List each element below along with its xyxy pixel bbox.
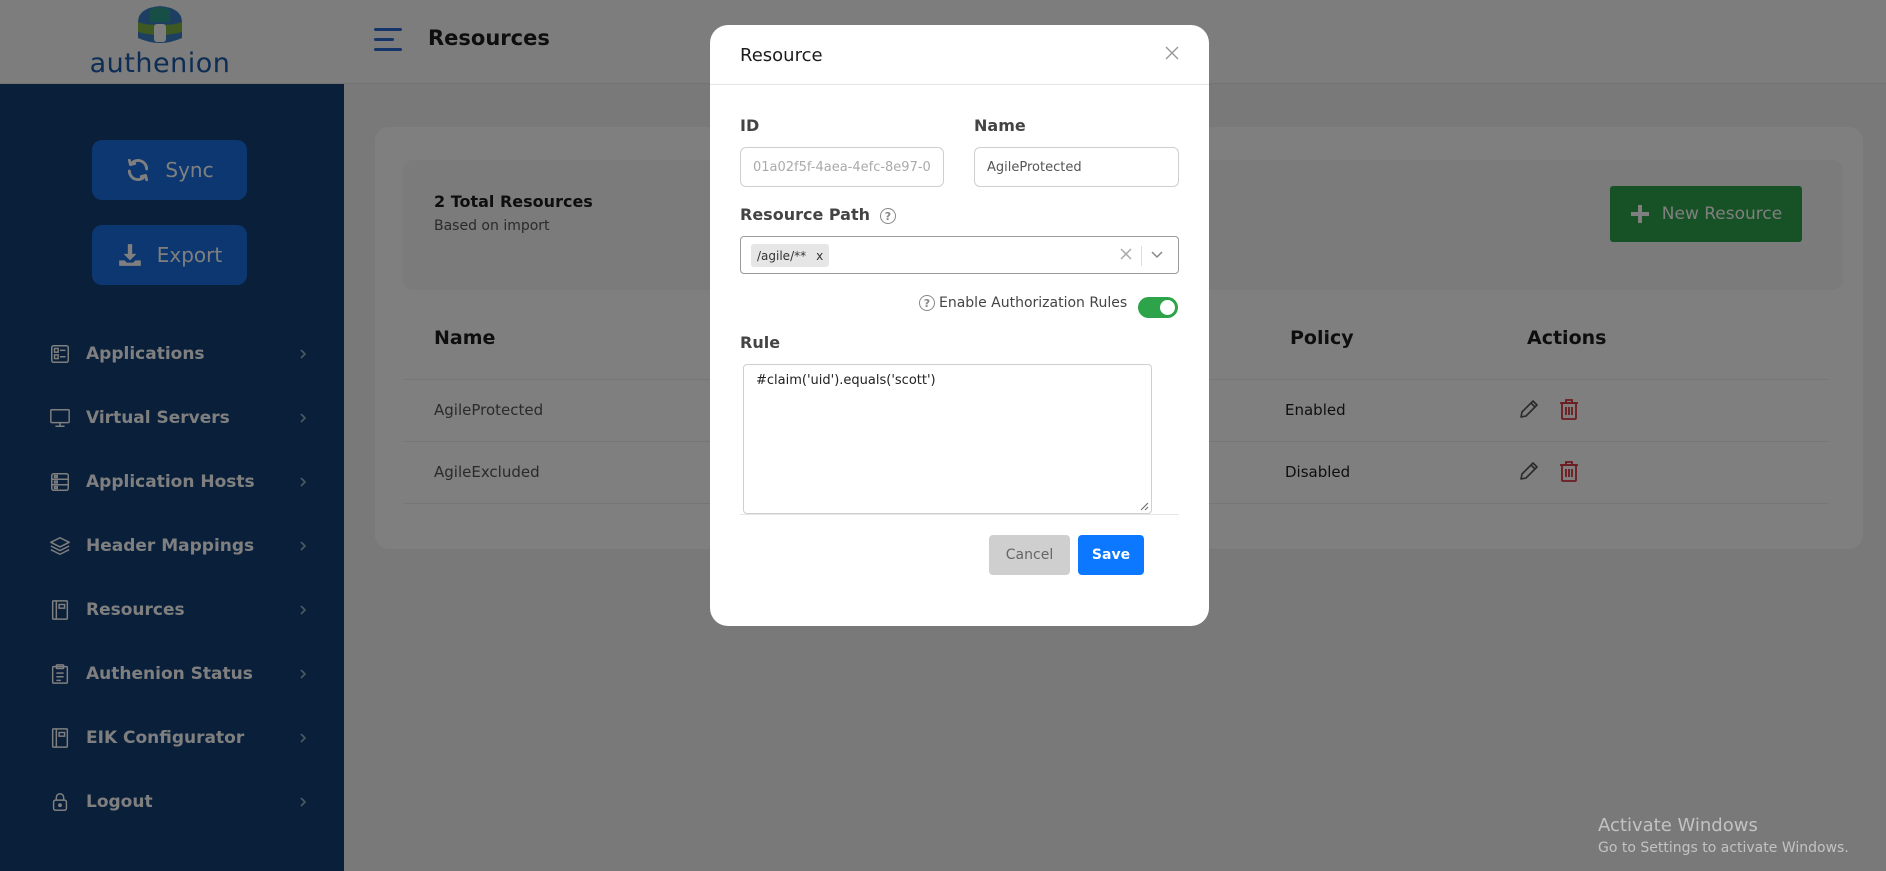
clear-icon[interactable] — [1118, 246, 1134, 262]
resize-handle-icon[interactable] — [1140, 502, 1149, 511]
modal-header: Resource — [710, 25, 1209, 85]
watermark-subtitle: Go to Settings to activate Windows. — [1598, 840, 1849, 856]
windows-activation-watermark: Activate Windows Go to Settings to activ… — [1598, 815, 1849, 856]
save-button[interactable]: Save — [1078, 535, 1144, 575]
rule-textarea[interactable]: #claim('uid').equals('scott') — [743, 364, 1152, 514]
resource-path-chip: /agile/** x — [751, 244, 830, 267]
id-field[interactable]: 01a02f5f-4aea-4efc-8e97-0 — [740, 147, 944, 187]
id-label: ID — [740, 116, 760, 135]
help-icon[interactable]: ? — [880, 208, 896, 224]
rule-label: Rule — [740, 333, 781, 352]
name-field[interactable]: AgileProtected — [974, 147, 1179, 187]
cancel-button[interactable]: Cancel — [989, 535, 1070, 575]
close-icon[interactable] — [1162, 43, 1182, 63]
rule-divider — [740, 514, 1179, 515]
enable-authorization-rules-toggle[interactable] — [1138, 297, 1178, 318]
resource-path-label: Resource Path — [740, 205, 871, 224]
name-label: Name — [974, 116, 1026, 135]
watermark-title: Activate Windows — [1598, 815, 1758, 836]
modal-title: Resource — [740, 45, 823, 66]
chevron-down-icon[interactable] — [1149, 248, 1165, 262]
enable-authorization-rules-label: Enable Authorization Rules — [939, 295, 1128, 311]
chip-label: /agile/** — [757, 248, 807, 263]
select-separator — [1141, 246, 1142, 266]
resource-path-select[interactable]: /agile/** x — [740, 236, 1179, 274]
help-icon[interactable]: ? — [919, 295, 935, 311]
chip-remove-icon[interactable]: x — [816, 249, 823, 263]
resource-modal: Resource ID 01a02f5f-4aea-4efc-8e97-0 Na… — [710, 25, 1209, 626]
rule-text: #claim('uid').equals('scott') — [756, 373, 936, 388]
